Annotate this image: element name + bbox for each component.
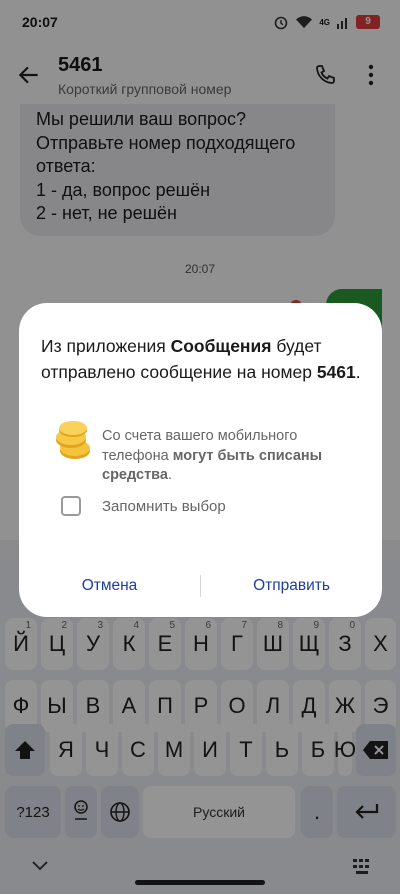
send-button[interactable]: Отправить — [201, 571, 382, 601]
warning-end: . — [167, 467, 172, 483]
charge-warning: Со счета вашего мобильного телефона могу… — [102, 427, 362, 486]
cancel-button[interactable]: Отмена — [19, 571, 200, 601]
remember-choice-label: Запомнить выбор — [102, 497, 226, 515]
dialog-message: Из приложения Сообщения будет отправлено… — [41, 333, 361, 385]
coins-icon — [56, 421, 90, 459]
remember-choice-checkbox[interactable] — [61, 496, 81, 516]
dialog-app-name: Сообщения — [170, 336, 272, 356]
sms-confirmation-dialog: Из приложения Сообщения будет отправлено… — [19, 303, 382, 617]
dialog-message-part1: Из приложения — [41, 336, 171, 356]
remember-choice-row[interactable]: Запомнить выбор — [61, 496, 226, 516]
dialog-number: 5461 — [316, 362, 356, 382]
dialog-message-end: . — [355, 362, 361, 382]
